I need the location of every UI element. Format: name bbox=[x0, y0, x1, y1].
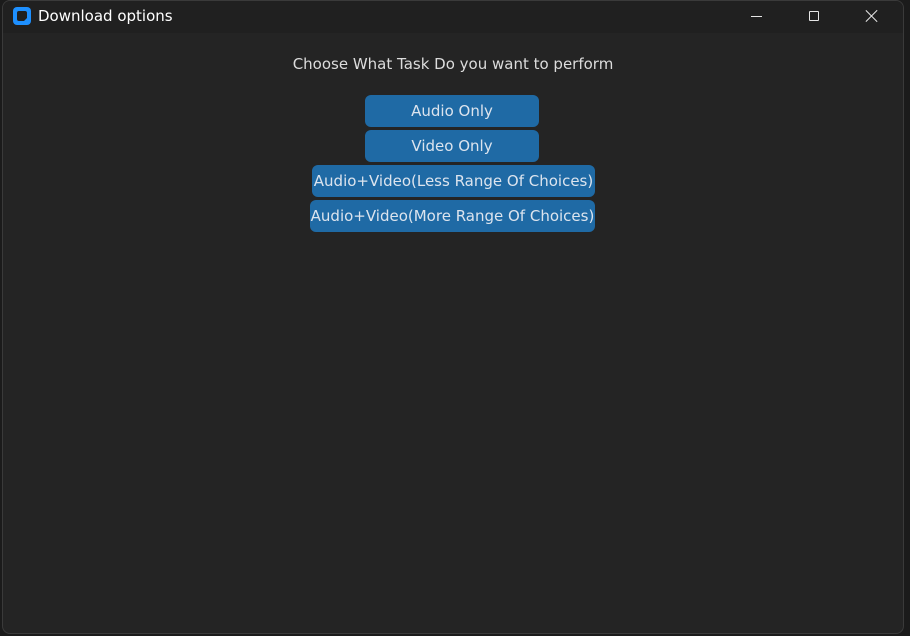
audio-video-more-choices-button[interactable]: Audio+Video(More Range Of Choices) bbox=[310, 200, 595, 232]
maximize-icon bbox=[809, 11, 819, 21]
task-prompt-label: Choose What Task Do you want to perform bbox=[292, 55, 614, 73]
title-bar[interactable]: Download options bbox=[3, 1, 903, 33]
audio-video-less-choices-button[interactable]: Audio+Video(Less Range Of Choices) bbox=[312, 165, 595, 197]
close-icon bbox=[865, 9, 879, 23]
close-button[interactable] bbox=[843, 1, 901, 31]
window-title: Download options bbox=[38, 7, 173, 25]
audio-only-button[interactable]: Audio Only bbox=[365, 95, 539, 127]
minimize-icon bbox=[750, 15, 762, 17]
maximize-button[interactable] bbox=[785, 1, 843, 31]
app-icon bbox=[13, 7, 31, 25]
download-options-window: Download options Choose What Task Do you… bbox=[2, 0, 904, 634]
video-only-button[interactable]: Video Only bbox=[365, 130, 539, 162]
minimize-button[interactable] bbox=[727, 1, 785, 31]
